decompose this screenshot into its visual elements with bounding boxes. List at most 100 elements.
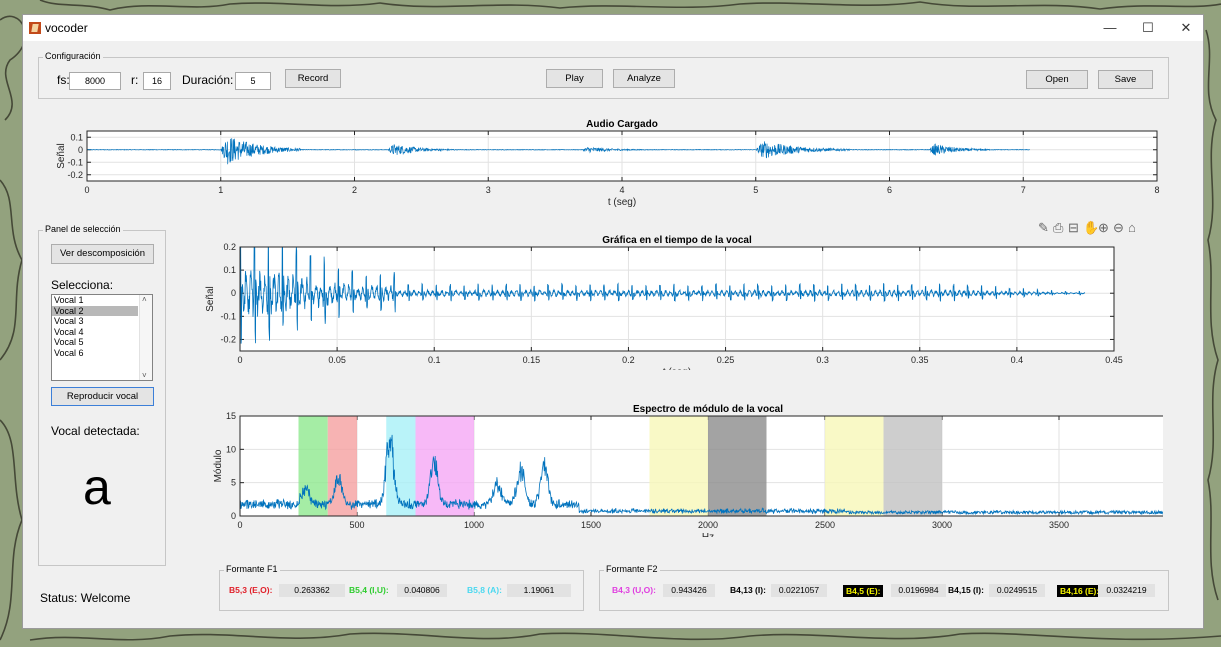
formant-band — [649, 416, 708, 516]
formant-label: B4,5 (E): — [843, 585, 884, 597]
fs-label: fs: — [57, 73, 70, 87]
x-tick-label: 500 — [349, 520, 364, 530]
x-tick-label: 0 — [237, 520, 242, 530]
r-label: r: — [131, 73, 139, 87]
save-button[interactable]: Save — [1098, 70, 1153, 89]
x-tick-label: 0.15 — [523, 355, 541, 365]
x-tick-label: 0.25 — [717, 355, 735, 365]
y-axis-label: Señal — [205, 286, 216, 312]
duration-label: Duración: — [182, 73, 234, 87]
formant-label: B4,3 (U,O): — [612, 585, 656, 595]
x-tick-label: 0 — [237, 355, 242, 365]
vowel-listbox[interactable]: Vocal 1 Vocal 2 Vocal 3 Vocal 4 Vocal 5 Vocal… — [51, 294, 153, 381]
formant-value: 0.0221057 — [771, 584, 827, 597]
y-tick-label: 5 — [231, 478, 236, 488]
config-panel-title: Configuración — [43, 51, 103, 61]
y-tick-label: 0.2 — [223, 242, 236, 252]
x-tick-label: 0.1 — [428, 355, 441, 365]
x-tick-label: 3000 — [932, 520, 952, 530]
x-tick-label: 0.3 — [816, 355, 829, 365]
maximize-button[interactable]: ☐ — [1129, 15, 1167, 41]
listbox-scrollbar[interactable]: ˄ ˅ — [139, 295, 152, 380]
x-tick-label: 5 — [753, 185, 758, 195]
y-tick-label: -0.1 — [67, 157, 83, 167]
formant-label: B4,15 (I): — [948, 585, 984, 595]
x-tick-label: 0.45 — [1105, 355, 1123, 365]
vowel-list-item[interactable]: Vocal 5 — [52, 337, 138, 348]
selection-panel-title: Panel de selección — [43, 224, 123, 234]
vowel-time-chart: 0 0.05 0.1 0.15 0.2 0.25 0.3 0.35 0.4 0.45 0.2 0.1 0… — [205, 235, 1123, 370]
formant-band — [386, 416, 416, 516]
window-title: vocoder — [45, 21, 88, 35]
play-button[interactable]: Play — [546, 69, 603, 88]
x-tick-label: 2 — [352, 185, 357, 195]
analyze-button[interactable]: Analyze — [613, 69, 675, 88]
y-axis-label: Módulo — [213, 449, 224, 482]
x-tick-label: 3 — [486, 185, 491, 195]
formant-value: 0.0249515 — [989, 584, 1045, 597]
minimize-button[interactable]: — — [1091, 15, 1129, 41]
formant-label: B5,8 (A): — [467, 585, 502, 595]
x-axis-label: t (seg) — [608, 197, 636, 208]
x-tick-label: 4 — [619, 185, 624, 195]
formant-f2-title: Formante F2 — [604, 564, 660, 574]
vowel-list-item[interactable]: Vocal 6 — [52, 348, 138, 359]
duration-input[interactable]: 5 — [235, 72, 271, 90]
y-tick-label: 0 — [231, 511, 236, 521]
formant-value: 0.943426 — [663, 584, 715, 597]
x-tick-label: 0.35 — [911, 355, 929, 365]
vowel-list-item[interactable]: Vocal 4 — [52, 327, 138, 338]
formant-label: B4,16 (E): — [1057, 585, 1103, 597]
x-tick-label: 2500 — [815, 520, 835, 530]
y-tick-label: 10 — [226, 444, 236, 454]
x-tick-label: 3500 — [1049, 520, 1069, 530]
formant-band — [883, 416, 942, 516]
r-input[interactable]: 16 — [143, 72, 171, 90]
formant-label: B5,3 (E,O): — [229, 585, 273, 595]
formant-f1-title: Formante F1 — [224, 564, 280, 574]
audio-waveform-chart: 0 1 2 3 4 5 6 7 8 0.1 0 -0.1 -0.2 Audio Cargado t (seg… — [56, 119, 1160, 208]
y-axis-label: Señal — [56, 143, 67, 169]
x-tick-label: 1000 — [464, 520, 484, 530]
vowel-list-item[interactable]: Vocal 1 — [52, 295, 138, 306]
formant-value: 0.263362 — [279, 584, 345, 597]
open-button[interactable]: Open — [1026, 70, 1088, 89]
y-tick-label: -0.1 — [220, 311, 236, 321]
scroll-down-icon[interactable]: ˅ — [142, 371, 147, 380]
x-tick-label: 0 — [84, 185, 89, 195]
scroll-up-icon[interactable]: ˄ — [142, 295, 147, 304]
matlab-app-icon — [29, 22, 41, 34]
fs-input[interactable]: 8000 — [69, 72, 121, 90]
chart-title: Espectro de módulo de la vocal — [633, 404, 783, 415]
vocoder-window: vocoder — ☐ ✕ Configuración fs: 8000 r: … — [22, 14, 1204, 629]
x-tick-label: 7 — [1021, 185, 1026, 195]
y-tick-label: -0.2 — [67, 170, 83, 180]
formant-value: 0.0196984 — [891, 584, 946, 597]
formant-value: 1.19061 — [507, 584, 571, 597]
vowel-list-item[interactable]: Vocal 3 — [52, 316, 138, 327]
formant-band — [825, 416, 884, 516]
vowel-spectrum-chart: 05001000150020002500300035004000151050Es… — [213, 404, 1163, 537]
title-bar: vocoder — ☐ ✕ — [23, 15, 1203, 41]
y-tick-label: 0.1 — [223, 265, 236, 275]
vowel-list-item[interactable]: Vocal 2 — [52, 305, 138, 316]
x-tick-label: 1500 — [581, 520, 601, 530]
ver-descomposicion-button[interactable]: Ver descomposición — [51, 244, 154, 264]
x-tick-label: 0.2 — [622, 355, 635, 365]
formant-value: 0.040806 — [397, 584, 447, 597]
y-tick-label: 15 — [226, 411, 236, 421]
chart-title: Audio Cargado — [586, 119, 658, 130]
y-tick-label: -0.2 — [220, 334, 236, 344]
formant-value: 0.0324219 — [1098, 584, 1155, 597]
reproducir-vocal-button[interactable]: Reproducir vocal — [51, 387, 154, 406]
x-axis-label: Hz — [702, 532, 714, 537]
x-tick-label: 6 — [887, 185, 892, 195]
y-tick-label: 0 — [231, 288, 236, 298]
close-button[interactable]: ✕ — [1167, 15, 1205, 41]
x-tick-label: 1 — [218, 185, 223, 195]
y-tick-label: 0.1 — [70, 132, 83, 142]
select-label: Selecciona: — [51, 278, 114, 292]
record-button[interactable]: Record — [285, 69, 341, 88]
formant-label: B4,13 (I): — [730, 585, 766, 595]
detected-vowel-value: a — [83, 459, 111, 515]
